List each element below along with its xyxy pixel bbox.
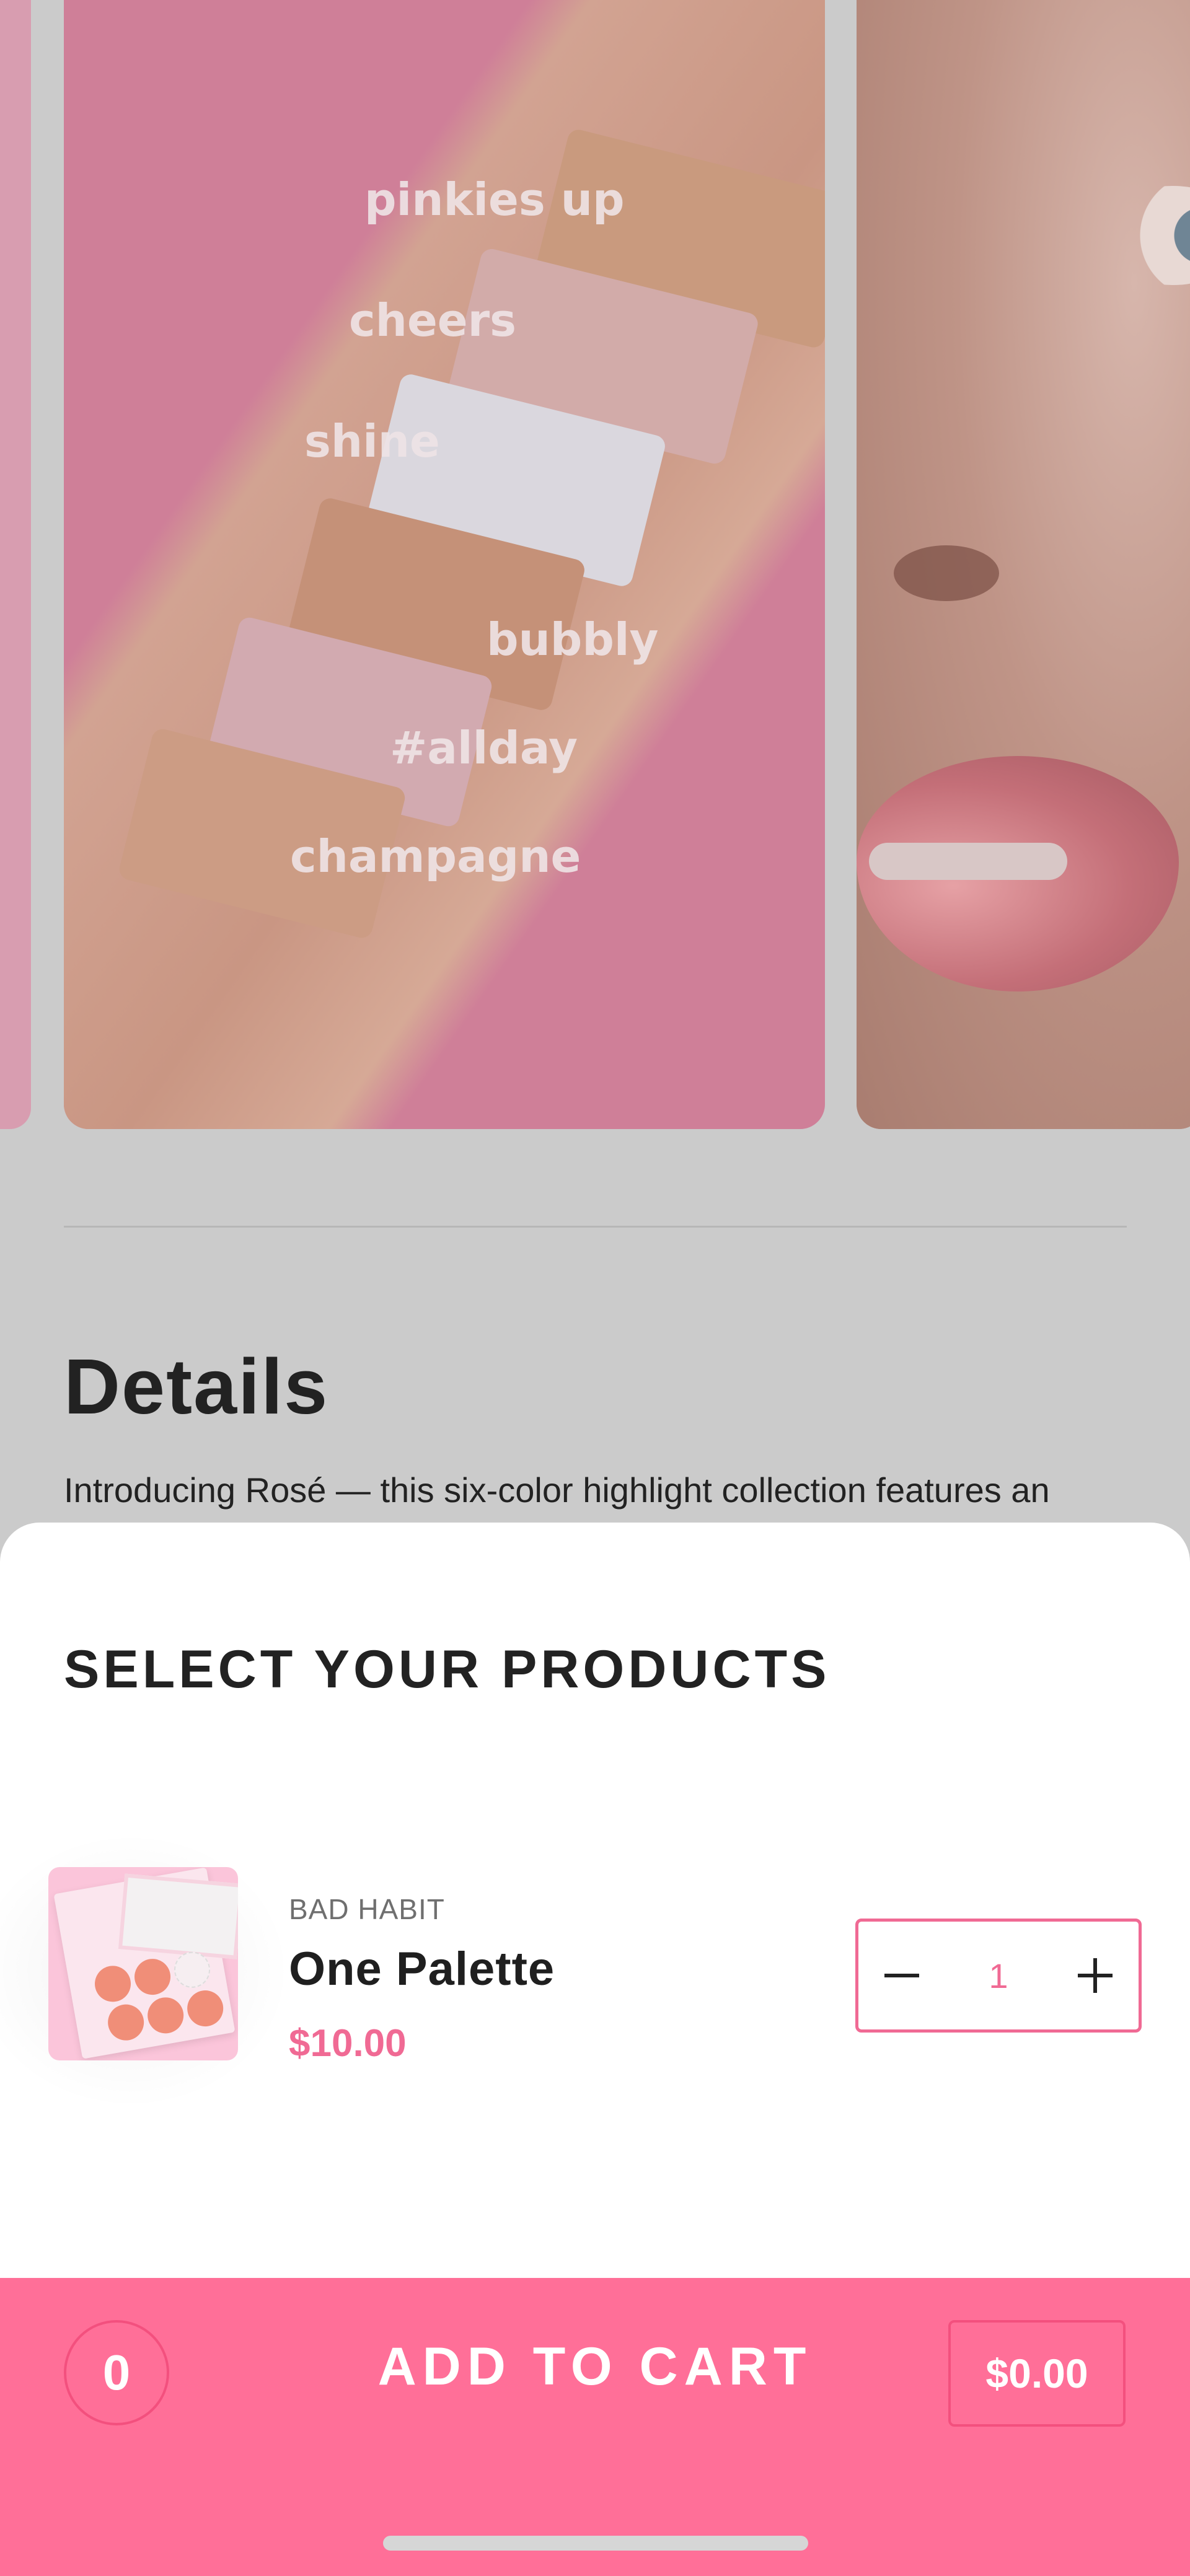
product-thumbnail[interactable] — [48, 1867, 238, 2060]
gallery-image-model[interactable] — [857, 0, 1190, 1129]
palette-pan — [144, 1994, 187, 2036]
quantity-stepper: 1 — [855, 1919, 1142, 2033]
swatch-label: pinkies up — [364, 174, 625, 226]
swatch-label: #allday — [390, 722, 578, 774]
add-to-cart-button[interactable]: ADD TO CART — [285, 2336, 905, 2398]
section-divider — [64, 1226, 1127, 1228]
swatch-label: cheers — [349, 294, 516, 346]
decrement-button[interactable] — [858, 1922, 945, 2029]
palette-pan — [131, 1956, 174, 1998]
details-description: Introducing Rosé — this six-color highli… — [64, 1470, 1050, 1510]
gallery-image-previous[interactable] — [0, 0, 31, 1129]
cart-count-badge: 0 — [64, 2320, 169, 2425]
sheet-title: SELECT YOUR PRODUCTS — [64, 1640, 831, 1699]
product-name: One Palette — [289, 1943, 555, 1995]
swatch-label: shine — [304, 415, 440, 467]
model-teeth — [869, 843, 1067, 880]
gallery-image-swatches[interactable]: pinkies up cheers shine bubbly #allday c… — [64, 0, 825, 1129]
palette-pan — [184, 1987, 226, 2029]
swatch-label: champagne — [290, 830, 581, 882]
details-heading: Details — [64, 1343, 329, 1430]
plus-icon — [1078, 1958, 1113, 1993]
increment-button[interactable] — [1052, 1922, 1139, 2029]
product-price: $10.00 — [289, 2022, 407, 2065]
palette-pan — [92, 1963, 134, 2005]
cart-total: $0.00 — [948, 2320, 1126, 2427]
palette-mirror — [118, 1873, 238, 1959]
model-nose — [894, 545, 999, 601]
swatch-label: bubbly — [487, 613, 659, 666]
product-brand: BAD HABIT — [289, 1893, 445, 1925]
home-indicator — [383, 2536, 808, 2551]
quantity-value: 1 — [989, 1956, 1008, 1995]
minus-icon — [884, 1974, 919, 1977]
palette-pan — [105, 2002, 147, 2044]
palette-image — [53, 1867, 238, 2059]
